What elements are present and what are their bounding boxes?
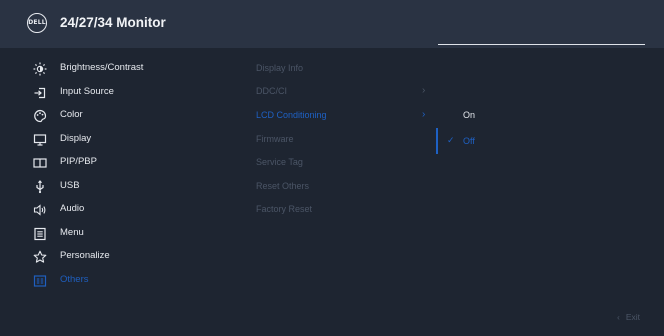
audio-icon	[32, 202, 48, 218]
submenu-item-label: Firmware	[256, 133, 294, 144]
menu-item-label: Display	[60, 132, 92, 144]
color-icon	[32, 108, 48, 124]
menu-item-label: Others	[60, 273, 89, 285]
option-off[interactable]: ✓ Off	[436, 131, 536, 153]
pip-pbp-icon	[32, 155, 48, 171]
menu-item-personalize[interactable]: Personalize	[0, 246, 220, 268]
menu-item-display[interactable]: Display	[0, 129, 220, 151]
menu-item-brightness-contrast[interactable]: Brightness/Contrast	[0, 58, 220, 80]
input-source-icon	[32, 85, 48, 101]
check-icon: ✓	[447, 135, 455, 145]
submenu-item-ddc-ci[interactable]: DDC/CI ›	[256, 81, 436, 103]
menu-item-others[interactable]: Others	[0, 270, 220, 292]
menu-item-label: Input Source	[60, 85, 114, 97]
menu-item-label: Color	[60, 109, 83, 120]
submenu-item-label: LCD Conditioning	[256, 110, 327, 120]
brightness-icon	[32, 61, 48, 77]
option-label: Off	[463, 136, 475, 146]
monitor-title: 24/27/34 Monitor	[60, 15, 166, 30]
dell-logo: DELL	[27, 13, 47, 33]
header-divider	[438, 44, 645, 45]
menu-icon	[32, 226, 48, 242]
exit-label: Exit	[625, 312, 641, 322]
option-on[interactable]: On	[436, 105, 536, 127]
submenu-item-firmware[interactable]: Firmware	[256, 129, 436, 151]
chevron-left-icon: ‹	[617, 312, 620, 322]
menu-item-menu[interactable]: Menu	[0, 223, 220, 245]
menu-item-label: Brightness/Contrast	[60, 62, 144, 73]
others-icon	[32, 273, 48, 289]
menu-item-audio[interactable]: Audio	[0, 199, 220, 221]
menu-item-color[interactable]: Color	[0, 105, 220, 127]
chevron-right-icon: ›	[422, 109, 426, 120]
submenu-item-label: Reset Others	[256, 180, 310, 191]
osd-header: DELL 24/27/34 Monitor	[0, 0, 664, 48]
menu-item-usb[interactable]: USB	[0, 176, 220, 198]
menu-item-label: Personalize	[60, 250, 110, 261]
submenu-item-service-tag[interactable]: Service Tag	[256, 152, 436, 174]
submenu-item-display-info[interactable]: Display Info	[256, 58, 436, 80]
submenu-item-label: Display Info	[256, 63, 304, 73]
submenu-item-label: Service Tag	[256, 157, 303, 167]
usb-icon	[32, 179, 48, 195]
submenu-item-label: DDC/CI	[256, 86, 287, 96]
option-label: On	[463, 110, 476, 120]
chevron-right-icon: ›	[422, 85, 426, 96]
display-icon	[32, 132, 48, 148]
exit-button[interactable]: ‹ Exit	[617, 312, 640, 322]
menu-item-label: Menu	[60, 226, 84, 238]
menu-item-label: PIP/PBP	[60, 156, 97, 167]
submenu-item-factory-reset[interactable]: Factory Reset	[256, 199, 436, 221]
menu-item-label: USB	[60, 179, 80, 191]
menu-item-pip-pbp[interactable]: PIP/PBP	[0, 152, 220, 174]
submenu-item-label: Factory Reset	[256, 204, 313, 214]
submenu-item-lcd-conditioning[interactable]: LCD Conditioning ›	[256, 105, 436, 127]
submenu-item-reset-others[interactable]: Reset Others	[256, 176, 436, 198]
star-icon	[32, 249, 48, 265]
menu-item-input-source[interactable]: Input Source	[0, 82, 220, 104]
menu-item-label: Audio	[60, 203, 85, 214]
